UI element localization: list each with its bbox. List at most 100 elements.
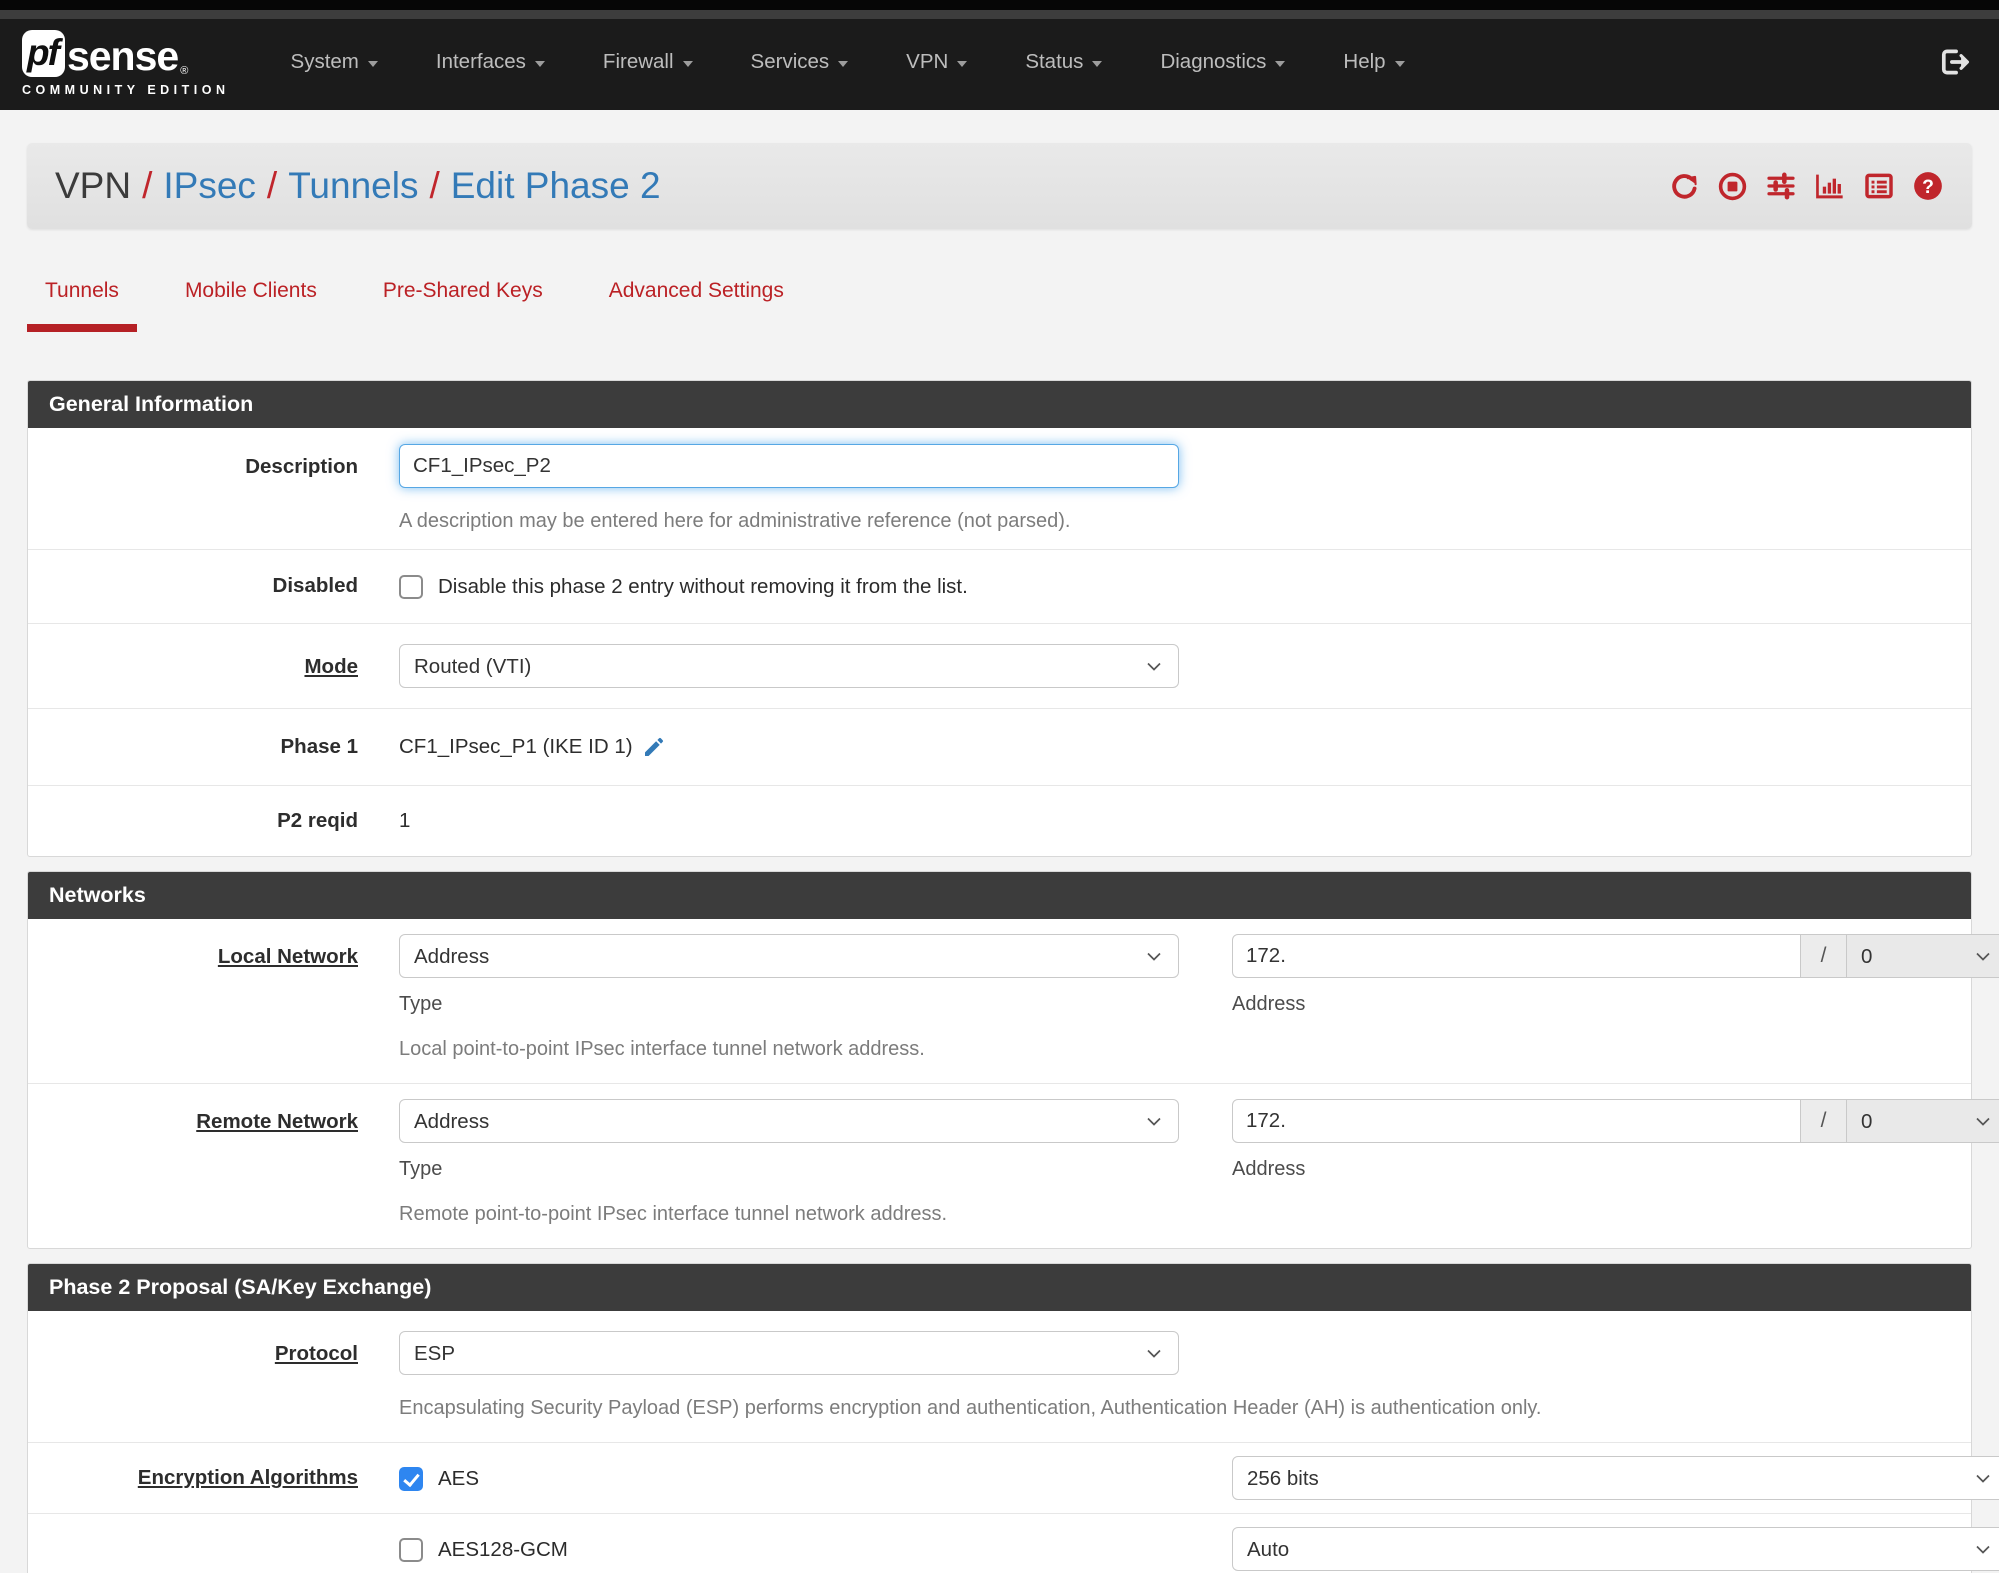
breadcrumb-edit-phase-2[interactable]: Edit Phase 2 [451, 165, 661, 207]
protocol-help: Encapsulating Security Payload (ESP) per… [399, 1397, 1542, 1419]
menu-item-diagnostics[interactable]: Diagnostics [1131, 36, 1314, 88]
local-network-help: Local point-to-point IPsec interface tun… [399, 1038, 925, 1060]
stop-circle-icon[interactable] [1717, 171, 1748, 202]
general-information-panel: General Information Description A descri… [27, 380, 1972, 857]
menu-item-firewall[interactable]: Firewall [574, 36, 722, 88]
remote-network-address-input[interactable] [1232, 1099, 1801, 1143]
mode-label: Mode [304, 655, 358, 678]
local-network-mask-select[interactable]: 0 [1846, 934, 1999, 978]
local-network-label: Local Network [217, 945, 358, 968]
log-list-icon[interactable] [1863, 170, 1895, 202]
remote-network-help: Remote point-to-point IPsec interface tu… [399, 1203, 948, 1225]
breadcrumb-separator: / [142, 165, 153, 206]
local-network-row: Local Network Address Type 172. / 0 Addr… [28, 919, 1999, 1084]
menu-item-services[interactable]: Services [722, 36, 878, 88]
pfsense-logo[interactable]: pf sense ® COMMUNITY EDITION [22, 29, 230, 97]
encryption-algorithms-row-aes128gcm: AES128-GCM Auto [28, 1514, 1999, 1573]
svg-text:?: ? [1922, 177, 1934, 198]
encryption-aes-label: AES [438, 1467, 480, 1490]
protocol-label: Protocol [274, 1342, 358, 1365]
menu-item-label: Help [1343, 50, 1386, 73]
phase1-label: Phase 1 [280, 735, 359, 758]
tab-tunnels[interactable]: Tunnels [27, 279, 137, 332]
panel-title-general-information: General Information [28, 381, 1971, 428]
menu-item-system[interactable]: System [262, 36, 407, 88]
chevron-down-icon [1092, 60, 1103, 67]
menu-item-label: VPN [906, 50, 949, 73]
pfsense-logo-pf: pf [22, 29, 65, 77]
encryption-aes128gcm-keylen-select[interactable]: Auto [1232, 1527, 1999, 1571]
encryption-algorithms-label: Encryption Algorithms [137, 1466, 358, 1489]
menu-item-help[interactable]: Help [1314, 36, 1433, 88]
panel-title-networks: Networks [28, 872, 1971, 919]
encryption-algorithms-row-aes: Encryption Algorithms AES 256 bits [28, 1443, 1999, 1514]
menu-item-label: Firewall [602, 50, 674, 73]
remote-network-type-select[interactable]: Address [399, 1099, 1179, 1143]
menu-item-label: Services [750, 50, 830, 73]
encryption-aes128gcm-checkbox[interactable] [399, 1538, 423, 1562]
chevron-down-icon [1394, 60, 1405, 67]
encryption-aes-keylen-select[interactable]: 256 bits [1232, 1456, 1999, 1500]
p2-reqid-label: P2 reqid [277, 809, 358, 832]
chevron-down-icon [367, 60, 378, 67]
breadcrumb-separator: / [429, 165, 440, 206]
breadcrumb-bar: VPN / IPsec / Tunnels / Edit Phase 2 ? [27, 143, 1972, 229]
phase1-row: Phase 1 CF1_IPsec_P1 (IKE ID 1) [28, 709, 1971, 786]
pfsense-logo-sense: sense [66, 32, 179, 79]
help-circle-icon[interactable]: ? [1912, 170, 1944, 202]
remote-network-mask-select[interactable]: 0 [1846, 1099, 1999, 1143]
local-network-address-input[interactable] [1232, 934, 1801, 978]
local-network-type-select[interactable]: Address [399, 934, 1179, 978]
menu-item-label: System [290, 50, 359, 73]
remote-network-label: Remote Network [196, 1110, 358, 1133]
tab-advanced-settings[interactable]: Advanced Settings [591, 279, 802, 332]
breadcrumb-ipsec[interactable]: IPsec [163, 165, 256, 207]
encryption-aes-checkbox[interactable] [399, 1467, 423, 1491]
disabled-row: Disabled Disable this phase 2 entry with… [28, 550, 1971, 624]
chevron-down-icon [534, 60, 545, 67]
pencil-icon[interactable] [642, 735, 666, 759]
sign-out-icon[interactable] [1937, 45, 1971, 79]
refresh-icon[interactable] [1669, 171, 1700, 202]
tab-pre-shared-keys[interactable]: Pre-Shared Keys [365, 279, 561, 332]
disabled-label: Disabled [272, 574, 358, 597]
chevron-down-icon [838, 60, 849, 67]
panel-title-phase2-proposal: Phase 2 Proposal (SA/Key Exchange) [28, 1264, 1971, 1311]
description-help: A description may be entered here for ad… [399, 510, 1071, 532]
encryption-row-spacer [28, 1527, 358, 1571]
description-row: Description A description may be entered… [28, 428, 1971, 550]
description-label: Description [245, 455, 358, 478]
local-network-address-caption: Address [1232, 993, 1306, 1015]
mask-separator: / [1800, 1099, 1847, 1143]
menu-item-label: Interfaces [435, 50, 526, 73]
description-input[interactable] [399, 444, 1179, 488]
main-menu: System Interfaces Firewall Services VPN … [262, 36, 1434, 88]
disabled-checkbox-label: Disable this phase 2 entry without remov… [438, 575, 968, 598]
menu-item-interfaces[interactable]: Interfaces [407, 36, 574, 88]
protocol-select[interactable]: ESP [399, 1331, 1179, 1375]
mode-row: Mode Routed (VTI) [28, 624, 1971, 709]
local-network-type-caption: Type [399, 993, 443, 1015]
chevron-down-icon [682, 60, 693, 67]
pfsense-logo-subtitle: COMMUNITY EDITION [22, 82, 230, 97]
bar-chart-icon[interactable] [1814, 170, 1846, 202]
phase2-proposal-panel: Phase 2 Proposal (SA/Key Exchange) Proto… [27, 1263, 1999, 1573]
registered-mark: ® [180, 64, 189, 77]
remote-network-type-caption: Type [399, 1158, 443, 1180]
phase1-value: CF1_IPsec_P1 (IKE ID 1) [399, 735, 633, 758]
disabled-checkbox[interactable] [399, 575, 423, 599]
remote-network-row: Remote Network Address Type 172. / 0 Add… [28, 1084, 1999, 1248]
menu-item-vpn[interactable]: VPN [877, 36, 996, 88]
remote-network-address-caption: Address [1232, 1158, 1306, 1180]
breadcrumb-tunnels[interactable]: Tunnels [288, 165, 418, 207]
page-action-icons: ? [1669, 170, 1944, 202]
menu-item-status[interactable]: Status [996, 36, 1131, 88]
p2-reqid-row: P2 reqid 1 [28, 786, 1971, 856]
mask-separator: / [1800, 934, 1847, 978]
tab-mobile-clients[interactable]: Mobile Clients [167, 279, 335, 332]
encryption-aes128gcm-label: AES128-GCM [438, 1538, 568, 1561]
sliders-icon[interactable] [1765, 170, 1797, 202]
networks-panel: Networks Local Network Address Type 172.… [27, 871, 1999, 1249]
mode-select[interactable]: Routed (VTI) [399, 644, 1179, 688]
chevron-down-icon [1275, 60, 1286, 67]
